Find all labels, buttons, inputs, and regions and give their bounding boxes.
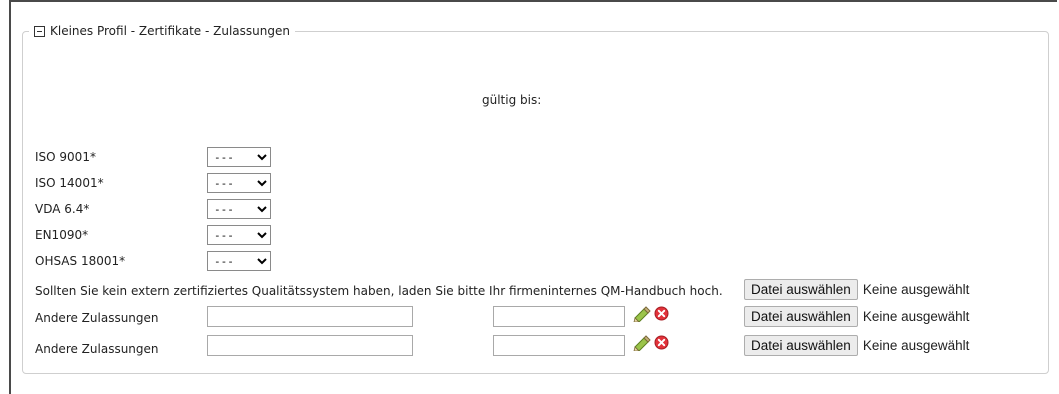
certificate-select-ohsas18001[interactable]: --- xyxy=(207,251,271,271)
section-title: Kleines Profil - Zertifikate - Zulassung… xyxy=(50,24,290,38)
certificate-select-iso9001[interactable]: --- xyxy=(207,147,271,167)
certificate-label: VDA 6.4* xyxy=(35,202,90,216)
other-approval-label: Andere Zulassungen xyxy=(35,311,159,325)
qm-choose-file-button[interactable]: Datei auswählen xyxy=(744,279,858,300)
other-approval-name-input[interactable] xyxy=(207,306,413,327)
certificate-label: ISO 14001* xyxy=(35,176,104,190)
pencil-calendar-icon[interactable] xyxy=(633,306,651,325)
certificate-label: OHSAS 18001* xyxy=(35,254,126,268)
other-approval-label: Andere Zulassungen xyxy=(35,342,159,356)
certificate-label: EN1090* xyxy=(35,228,89,242)
other-approval-date-input[interactable] xyxy=(493,306,625,327)
certificate-row: ISO 9001* --- xyxy=(35,147,271,167)
other-approval-choose-file-button[interactable]: Datei auswählen xyxy=(744,306,858,327)
other-approval-choose-file-button[interactable]: Datei auswählen xyxy=(744,335,858,356)
qm-file-picker: Datei auswählen Keine ausgewählt xyxy=(744,279,969,300)
other-approval-date-input[interactable] xyxy=(493,335,625,356)
pencil-calendar-icon[interactable] xyxy=(633,335,651,354)
other-approval-name-input[interactable] xyxy=(207,335,413,356)
certificate-row: EN1090* --- xyxy=(35,225,271,245)
other-approval-file-status: Keine ausgewählt xyxy=(862,338,970,353)
other-approval-file-picker: Datei auswählen Keine ausgewählt xyxy=(744,306,969,327)
other-approval-file-status: Keine ausgewählt xyxy=(862,309,970,324)
certificate-select-iso14001[interactable]: --- xyxy=(207,173,271,193)
section-legend: Kleines Profil - Zertifikate - Zulassung… xyxy=(29,24,295,38)
collapse-toggle-icon[interactable] xyxy=(34,25,45,37)
qm-upload-text: Sollten Sie kein extern zertifiziertes Q… xyxy=(35,284,723,298)
certificate-select-en1090[interactable]: --- xyxy=(207,225,271,245)
certificate-row: ISO 14001* --- xyxy=(35,173,271,193)
other-approval-file-picker: Datei auswählen Keine ausgewählt xyxy=(744,335,969,356)
certificate-row: VDA 6.4* --- xyxy=(35,199,271,219)
certificate-row: OHSAS 18001* --- xyxy=(35,251,271,271)
certificate-select-vda64[interactable]: --- xyxy=(207,199,271,219)
delete-circle-icon[interactable] xyxy=(654,306,669,324)
qm-file-status: Keine ausgewählt xyxy=(862,282,970,297)
valid-until-label: gültig bis: xyxy=(482,93,542,107)
delete-circle-icon[interactable] xyxy=(654,335,669,353)
certificate-label: ISO 9001* xyxy=(35,150,96,164)
